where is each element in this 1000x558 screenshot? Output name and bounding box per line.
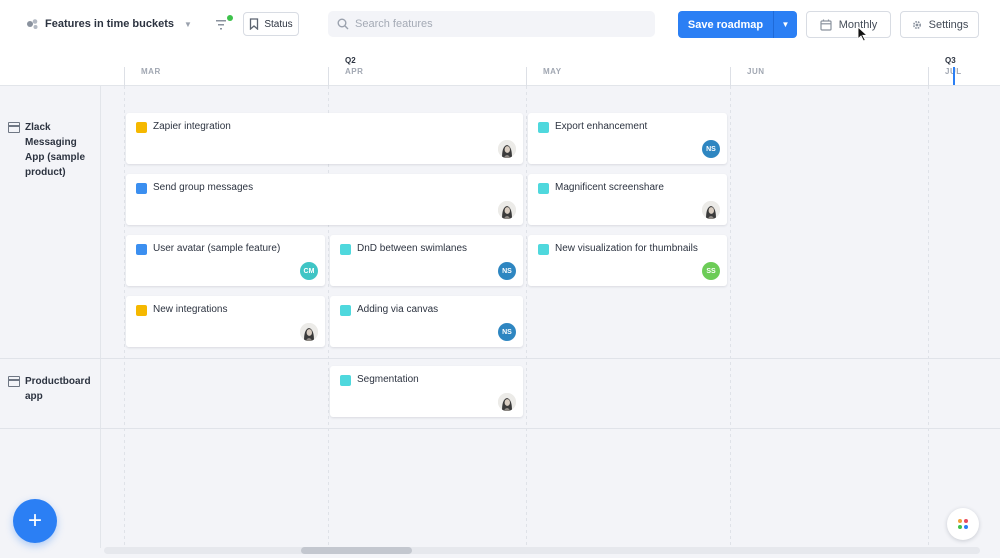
feature-card[interactable]: Magnificent screenshare <box>528 174 727 225</box>
feature-title: Adding via canvas <box>357 304 439 315</box>
plus-icon: + <box>27 507 42 534</box>
avatar <box>702 201 720 219</box>
month-label: JUN <box>730 67 765 86</box>
avatar: CM <box>300 262 318 280</box>
quarter-label: Q3 <box>945 56 956 65</box>
swimlane-label[interactable]: Productboard app <box>8 374 98 404</box>
avatar <box>300 323 318 341</box>
board-title: Features in time buckets <box>45 18 174 30</box>
calendar-icon <box>820 19 832 31</box>
feature-card[interactable]: New integrations <box>126 296 325 347</box>
search-bar[interactable] <box>328 11 655 37</box>
apps-dot <box>964 519 968 523</box>
feature-title: Export enhancement <box>555 121 648 132</box>
chevron-down-icon: ▼ <box>184 19 192 29</box>
horizontal-scrollbar[interactable] <box>104 547 980 554</box>
feature-card[interactable]: Segmentation <box>330 366 523 417</box>
toolbar: Features in time buckets ▼ Status Save r… <box>0 0 1000 48</box>
swimlane-divider <box>0 358 1000 359</box>
apps-launcher-button[interactable] <box>947 508 979 540</box>
feature-title: DnD between swimlanes <box>357 243 468 254</box>
feature-card[interactable]: Adding via canvas NS <box>330 296 523 347</box>
status-color-swatch <box>340 244 351 255</box>
month-label: JUL <box>928 67 962 86</box>
filter-button[interactable] <box>215 15 233 33</box>
search-input[interactable] <box>355 18 645 30</box>
feature-card[interactable]: DnD between swimlanes NS <box>330 235 523 286</box>
lane-column-divider <box>100 86 101 548</box>
feature-card[interactable]: User avatar (sample feature) CM <box>126 235 325 286</box>
swimlane-name: Productboard app <box>25 376 91 402</box>
bookmark-icon <box>250 18 259 30</box>
timeframe-monthly-button[interactable]: Monthly <box>806 11 891 38</box>
feature-title: New visualization for thumbnails <box>555 243 698 254</box>
avatar: SS <box>702 262 720 280</box>
feature-card[interactable]: Zapier integration <box>126 113 523 164</box>
filter-active-dot <box>227 15 233 21</box>
feature-card[interactable]: New visualization for thumbnails SS <box>528 235 727 286</box>
mouse-cursor-icon <box>857 26 869 42</box>
save-options-dropdown[interactable]: ▼ <box>773 11 797 38</box>
month-label: MAR <box>124 67 161 86</box>
search-icon <box>337 18 349 30</box>
status-color-swatch <box>136 122 147 133</box>
apps-dot <box>958 525 962 529</box>
feature-title: Send group messages <box>153 182 254 193</box>
apps-dot <box>964 525 968 529</box>
status-color-swatch <box>136 305 147 316</box>
status-color-swatch <box>538 183 549 194</box>
features-icon <box>27 19 38 29</box>
timeline-header: Q2 Q3 MAR APR MAY JUN JUL <box>0 48 1000 86</box>
swimlane-name: Zlack Messaging App (sample product) <box>25 122 86 178</box>
gear-icon <box>912 20 921 29</box>
avatar: NS <box>702 140 720 158</box>
feature-title: New integrations <box>153 304 228 315</box>
swimlane-label[interactable]: Zlack Messaging App (sample product) <box>8 120 98 180</box>
quarter-label: Q2 <box>345 56 356 65</box>
status-color-swatch <box>340 305 351 316</box>
status-color-swatch <box>538 122 549 133</box>
avatar: NS <box>498 323 516 341</box>
settings-button[interactable]: Settings <box>900 11 979 38</box>
feature-title: Magnificent screenshare <box>555 182 664 193</box>
add-feature-button[interactable]: + <box>13 499 57 543</box>
month-gridline <box>526 86 527 548</box>
feature-title: Segmentation <box>357 374 419 385</box>
month-label: APR <box>328 67 363 86</box>
avatar <box>498 393 516 411</box>
scrollbar-thumb[interactable] <box>301 547 412 554</box>
save-roadmap-button[interactable]: Save roadmap ▼ <box>678 11 797 38</box>
avatar: NS <box>498 262 516 280</box>
feature-title: User avatar (sample feature) <box>153 243 281 254</box>
status-color-swatch <box>538 244 549 255</box>
avatar <box>498 140 516 158</box>
chevron-down-icon: ▼ <box>781 20 790 29</box>
feature-card[interactable]: Export enhancement NS <box>528 113 727 164</box>
month-gridline <box>124 86 125 548</box>
status-label: Status <box>264 18 293 30</box>
status-color-swatch <box>136 183 147 194</box>
avatar <box>498 201 516 219</box>
today-marker <box>953 67 955 85</box>
feature-card[interactable]: Send group messages <box>126 174 523 225</box>
settings-label: Settings <box>928 18 969 31</box>
apps-dot <box>958 519 962 523</box>
swimlane-divider <box>0 428 1000 429</box>
product-icon <box>8 122 20 133</box>
status-color-swatch <box>136 244 147 255</box>
feature-title: Zapier integration <box>153 121 231 132</box>
product-icon <box>8 376 20 387</box>
board-switcher[interactable]: Features in time buckets ▼ <box>26 14 192 34</box>
status-color-swatch <box>340 375 351 386</box>
month-label: MAY <box>526 67 562 86</box>
month-gridline <box>730 86 731 548</box>
save-roadmap-label: Save roadmap <box>687 18 764 31</box>
status-button[interactable]: Status <box>243 12 299 36</box>
month-gridline <box>928 86 929 548</box>
